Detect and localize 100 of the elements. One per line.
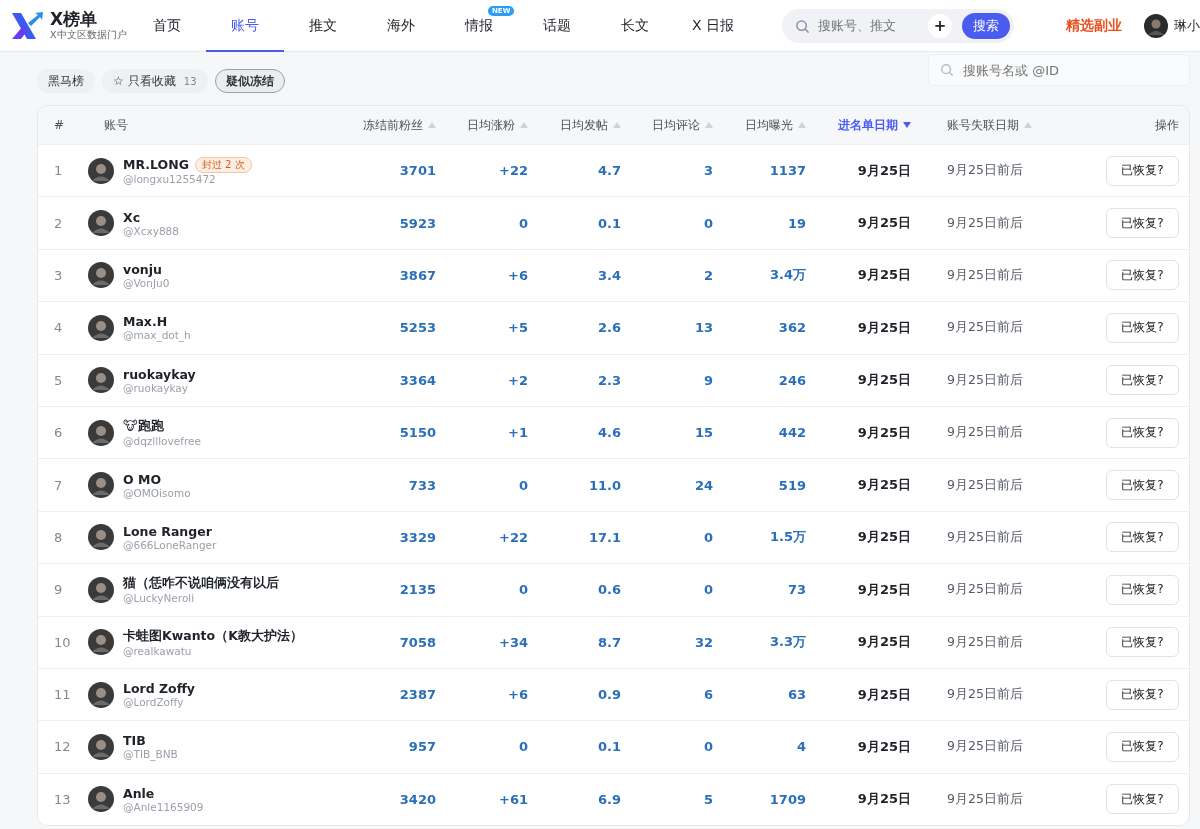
follower-count: 957 — [408, 739, 436, 755]
account-name[interactable]: Lord Zoffy — [123, 681, 195, 697]
follower-count: 3867 — [399, 267, 436, 283]
filter-chip[interactable]: 疑似冻结 — [214, 69, 285, 93]
daily-views: 3.3万 — [769, 633, 806, 652]
account-name[interactable]: 猫（恁咋不说咱俩没有以后 — [123, 575, 279, 593]
account-name[interactable]: TIB — [123, 733, 146, 749]
restored-button[interactable]: 已恢复? — [1106, 260, 1179, 291]
account-handle: @VonJu0 — [123, 276, 170, 289]
nav-tab[interactable]: 话题 — [518, 0, 596, 52]
column-header[interactable]: 日均涨粉 — [467, 116, 515, 134]
sort-up-icon[interactable] — [613, 122, 621, 128]
restored-button[interactable]: 已恢复? — [1106, 470, 1179, 501]
daily-posts: 0.1 — [597, 215, 621, 231]
nav-tab[interactable]: X 日报 — [674, 0, 752, 52]
account-name[interactable]: MR.LONG — [123, 157, 189, 173]
avatar-icon — [88, 734, 114, 760]
lost-date: 9月25日前后 — [947, 581, 1023, 599]
search-icon — [795, 18, 810, 34]
daily-views: 519 — [778, 477, 806, 493]
account-handle: @LordZoffy — [123, 696, 185, 709]
listed-date: 9月25日 — [857, 266, 911, 285]
column-header[interactable]: 冻结前粉丝 — [363, 116, 423, 134]
account-name[interactable]: Xc — [123, 209, 141, 225]
daily-comments: 0 — [703, 215, 713, 231]
sort-up-icon[interactable] — [428, 122, 436, 128]
sort-up-icon[interactable] — [705, 122, 713, 128]
column-header[interactable]: 日均曝光 — [745, 116, 793, 134]
avatar-icon — [88, 262, 114, 289]
daily-comments: 0 — [703, 582, 713, 598]
sort-down-icon[interactable] — [903, 122, 911, 128]
restored-button[interactable]: 已恢复? — [1106, 784, 1179, 815]
logo-icon[interactable] — [10, 10, 44, 41]
account-handle: @dqzlllovefree — [123, 435, 201, 448]
lost-date: 9月25日前后 — [947, 790, 1023, 808]
daily-comments: 32 — [694, 634, 713, 650]
column-header[interactable]: 日均发帖 — [560, 116, 608, 134]
account-name[interactable]: O MO — [123, 471, 162, 487]
column-header[interactable]: 日均评论 — [652, 116, 700, 134]
daily-views: 3.4万 — [769, 266, 806, 285]
restored-button[interactable]: 已恢复? — [1106, 312, 1179, 343]
nav-tab[interactable]: 首页 — [128, 0, 206, 52]
lost-date: 9月25日前后 — [947, 476, 1023, 494]
avatar-icon[interactable] — [1144, 13, 1168, 38]
rank-number: 12 — [54, 739, 71, 755]
listed-date: 9月25日 — [857, 423, 911, 442]
account-handle: @ruokaykay — [123, 381, 188, 394]
restored-button[interactable]: 已恢复? — [1106, 522, 1179, 553]
daily-growth: 0 — [518, 582, 528, 598]
restored-button[interactable]: 已恢复? — [1106, 627, 1179, 658]
column-header[interactable]: 进名单日期 — [838, 116, 898, 134]
column-header[interactable]: 账号失联日期 — [947, 116, 1019, 134]
filter-chip[interactable]: 黑马榜 — [37, 69, 95, 93]
filter-chip[interactable]: ☆ 只看收藏 13 — [102, 69, 208, 93]
restored-button[interactable]: 已恢复? — [1106, 574, 1179, 605]
account-name[interactable]: ruokaykay — [123, 366, 196, 382]
sort-up-icon[interactable] — [798, 122, 806, 128]
listed-date: 9月25日 — [857, 790, 911, 809]
avatar-icon — [88, 524, 114, 551]
promo-link[interactable]: 精选副业 — [1066, 16, 1122, 35]
daily-views: 4 — [796, 739, 806, 755]
daily-posts: 11.0 — [588, 477, 621, 493]
account-handle: @Xcxy888 — [123, 224, 179, 237]
sort-up-icon[interactable] — [1024, 122, 1032, 128]
avatar-icon — [88, 210, 114, 237]
lost-date: 9月25日前后 — [947, 371, 1023, 389]
nav-tab[interactable]: 长文 — [596, 0, 674, 52]
user-name[interactable]: 琳小 — [1174, 16, 1200, 35]
listed-date: 9月25日 — [857, 161, 911, 180]
restored-button[interactable]: 已恢复? — [1106, 417, 1179, 448]
restored-button[interactable]: 已恢复? — [1106, 208, 1179, 239]
sort-up-icon[interactable] — [520, 122, 528, 128]
restored-button[interactable]: 已恢复? — [1106, 732, 1179, 762]
account-name[interactable]: 卡蛙图Kwanto（K教大护法） — [123, 627, 303, 645]
daily-growth: 0 — [518, 739, 528, 755]
follower-count: 3420 — [399, 791, 436, 807]
daily-posts: 2.3 — [597, 372, 621, 388]
column-header: 账号 — [104, 116, 128, 134]
restored-button[interactable]: 已恢复? — [1106, 365, 1179, 396]
avatar-icon — [88, 681, 114, 708]
restored-button[interactable]: 已恢复? — [1106, 155, 1179, 186]
daily-growth: +34 — [499, 634, 528, 650]
restored-button[interactable]: 已恢复? — [1106, 679, 1179, 710]
rank-number: 6 — [54, 425, 63, 441]
account-name[interactable]: 🐮跑跑 — [123, 418, 164, 436]
daily-comments: 6 — [703, 687, 713, 703]
account-name[interactable]: Lone Ranger — [123, 523, 212, 539]
nav-tab[interactable]: 推文 — [284, 0, 362, 52]
account-name[interactable]: Max.H — [123, 314, 168, 330]
nav-tab[interactable]: 账号 — [206, 0, 284, 52]
listed-date: 9月25日 — [857, 685, 911, 704]
search-icon — [940, 63, 954, 77]
account-search-field[interactable]: 搜账号名或 @ID — [928, 54, 1190, 86]
avatar-icon — [88, 157, 114, 184]
follower-count: 5923 — [399, 215, 436, 231]
account-name[interactable]: Anle — [123, 785, 155, 801]
nav-tab[interactable]: 海外 — [362, 0, 440, 52]
account-name[interactable]: vonju — [123, 261, 162, 277]
daily-growth: 0 — [518, 477, 528, 493]
daily-views: 246 — [778, 372, 806, 388]
